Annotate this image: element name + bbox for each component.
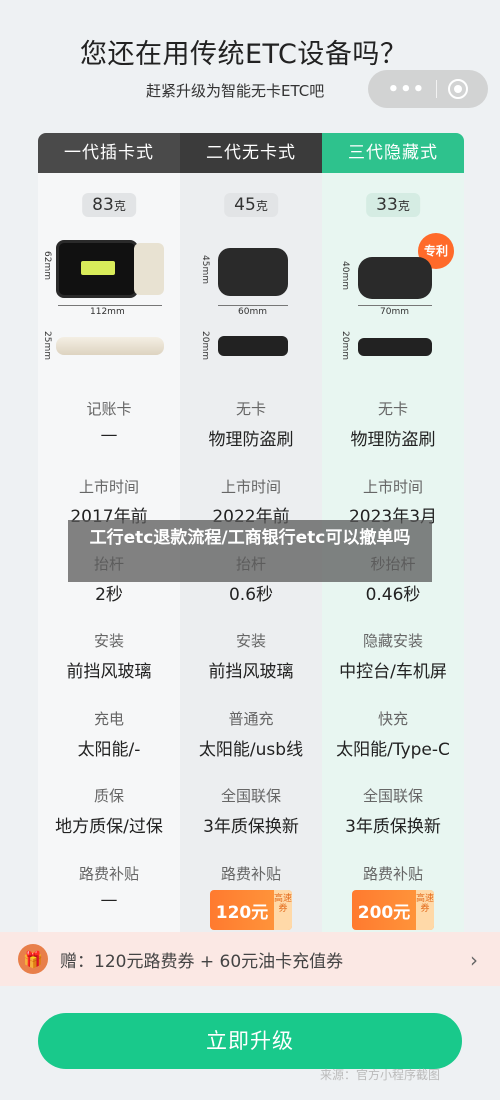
row-label: 快充 bbox=[377, 710, 408, 728]
weight-badge: 33克 bbox=[366, 193, 420, 217]
weight-value: 33 bbox=[376, 195, 398, 215]
weight-value: 45 bbox=[234, 195, 256, 215]
page-subtitle: 赶紧升级为智能无卡ETC吧 bbox=[146, 82, 325, 100]
gift-banner[interactable]: 🎁 赠：120元路费券 + 60元油卡充值券 › bbox=[0, 932, 500, 986]
row-label: 路费补贴 bbox=[220, 865, 281, 883]
device-gen3-side-image bbox=[358, 338, 432, 356]
article-caption-overlay: 工行etc退款流程/工商银行etc可以撤单吗 bbox=[68, 520, 432, 582]
coupon-amount: 120元 bbox=[215, 902, 269, 923]
row-value: 太阳能/usb线 bbox=[198, 740, 304, 760]
row-value: 3年质保换新 bbox=[345, 817, 441, 837]
row-label: 安装 bbox=[93, 632, 124, 650]
row-label: 充电 bbox=[93, 710, 124, 728]
dim-line bbox=[218, 305, 288, 306]
dim-height: 45mm bbox=[200, 255, 210, 284]
weight-unit: 克 bbox=[255, 199, 268, 213]
device-screen bbox=[81, 261, 115, 275]
row-label: 安装 bbox=[235, 632, 266, 650]
row-value: 2秒 bbox=[95, 585, 123, 605]
row-label: 质保 bbox=[93, 787, 124, 805]
row-value: 地方质保/过保 bbox=[55, 817, 163, 837]
chevron-right-icon[interactable]: › bbox=[470, 948, 478, 972]
row-value: 物理防盗刷 bbox=[208, 430, 294, 450]
device-gen3-image bbox=[358, 257, 432, 299]
row-label: 上市时间 bbox=[78, 478, 139, 496]
row-value: 前挡风玻璃 bbox=[66, 662, 152, 682]
coupon-tag: 高速券 bbox=[416, 890, 434, 930]
device-gen2-side-image bbox=[218, 336, 288, 356]
row-label: 上市时间 bbox=[362, 478, 423, 496]
dim-depth: 25mm bbox=[42, 331, 52, 360]
weight-unit: 克 bbox=[113, 199, 126, 213]
weight-value: 83 bbox=[92, 195, 114, 215]
row-label: 无卡 bbox=[377, 400, 408, 418]
weight-badge: 83克 bbox=[82, 193, 136, 217]
row-value: 0.46秒 bbox=[365, 585, 421, 605]
miniapp-capsule[interactable]: ••• bbox=[368, 70, 488, 108]
gift-icon: 🎁 bbox=[18, 944, 48, 974]
device-card-slot bbox=[134, 243, 164, 295]
row-value: 3年质保换新 bbox=[203, 817, 299, 837]
dim-line bbox=[358, 305, 432, 306]
dim-height: 40mm bbox=[340, 261, 350, 290]
coupon-tag: 高速券 bbox=[274, 890, 292, 930]
capsule-divider bbox=[436, 80, 438, 98]
row-value: 前挡风玻璃 bbox=[208, 662, 294, 682]
row-label: 路费补贴 bbox=[362, 865, 423, 883]
column-header-gen2: 二代无卡式 bbox=[180, 133, 322, 173]
more-icon[interactable]: ••• bbox=[388, 79, 426, 100]
row-label: 记账卡 bbox=[86, 400, 132, 418]
row-label: 路费补贴 bbox=[78, 865, 139, 883]
dim-height: 62mm bbox=[42, 251, 52, 280]
row-label: 上市时间 bbox=[220, 478, 281, 496]
close-miniapp-icon[interactable] bbox=[448, 79, 469, 99]
row-label: 全国联保 bbox=[220, 787, 281, 805]
row-label: 隐藏安装 bbox=[362, 632, 423, 650]
dim-width: 60mm bbox=[238, 307, 267, 317]
device-gen1-image bbox=[56, 240, 138, 298]
coupon-amount: 200元 bbox=[357, 902, 411, 923]
row-value: 0.6秒 bbox=[228, 585, 274, 605]
dim-depth: 20mm bbox=[200, 331, 210, 360]
column-header-gen3: 三代隐藏式 bbox=[322, 133, 464, 173]
row-value: — bbox=[100, 890, 118, 910]
gift-text: 赠：120元路费券 + 60元油卡充值券 bbox=[60, 951, 344, 972]
dim-depth: 20mm bbox=[340, 331, 350, 360]
toll-coupon: 120元 高速券 bbox=[210, 890, 292, 930]
toll-coupon: 200元 高速券 bbox=[352, 890, 434, 930]
column-header-gen1: 一代插卡式 bbox=[38, 133, 180, 173]
upgrade-button[interactable]: 立即升级 bbox=[38, 1013, 462, 1069]
row-label: 普通充 bbox=[228, 710, 274, 728]
dim-width: 112mm bbox=[90, 307, 125, 317]
page-title: 您还在用传统ETC设备吗？ bbox=[80, 39, 408, 70]
row-value: 中控台/车机屏 bbox=[339, 662, 447, 682]
weight-unit: 克 bbox=[397, 199, 410, 213]
row-value: 太阳能/Type-C bbox=[336, 740, 450, 760]
dim-line bbox=[58, 305, 162, 306]
device-gen2-image bbox=[218, 248, 288, 296]
row-label: 全国联保 bbox=[362, 787, 423, 805]
weight-badge: 45克 bbox=[224, 193, 278, 217]
device-gen1-side-image bbox=[56, 337, 164, 355]
watermark: 来源：官方小程序截图 bbox=[320, 1068, 441, 1082]
row-value: 物理防盗刷 bbox=[350, 430, 436, 450]
dim-width: 70mm bbox=[380, 307, 409, 317]
row-value: — bbox=[100, 425, 118, 445]
row-label: 无卡 bbox=[235, 400, 266, 418]
row-value: 太阳能/- bbox=[77, 740, 141, 760]
